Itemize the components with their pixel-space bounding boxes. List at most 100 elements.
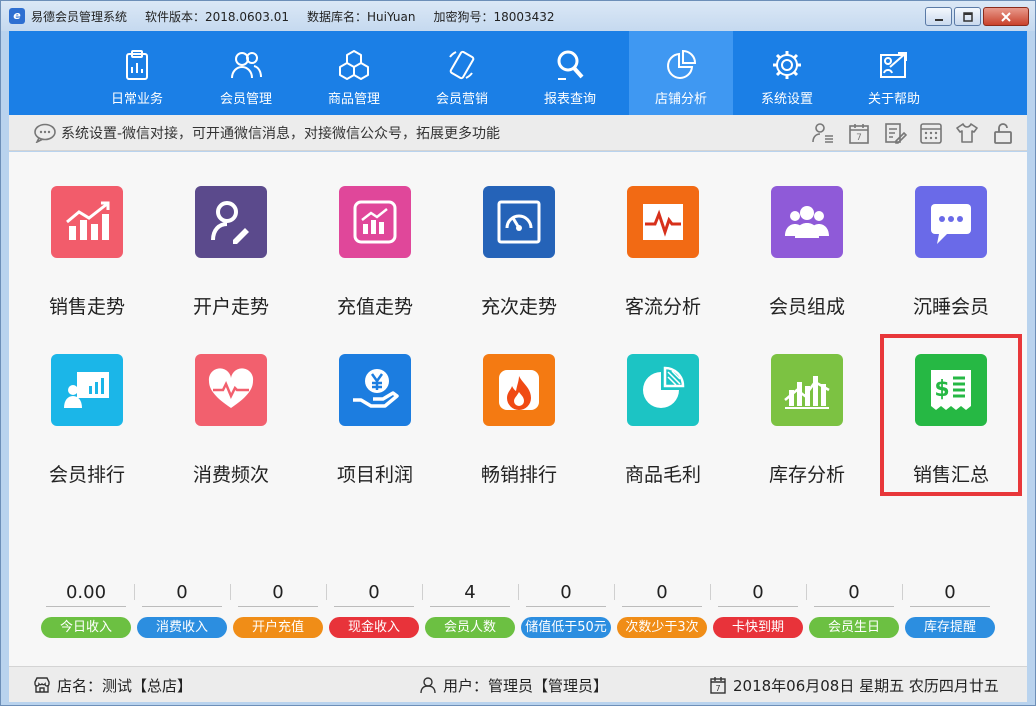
tile-label: 消费频次: [192, 464, 269, 486]
stat-consumption-income[interactable]: 0 消费收入: [137, 580, 227, 638]
nav-label: 系统设置: [760, 92, 813, 107]
title-bar: e 易德会员管理系统 软件版本：2018.0603.01 数据库名：HuiYua…: [1, 1, 1035, 31]
nav-daily-business[interactable]: 日常业务: [85, 31, 189, 115]
members-icon: [231, 52, 262, 79]
nav-member-marketing[interactable]: 会员营销: [410, 31, 514, 115]
stat-label: 次数少于3次: [617, 617, 707, 638]
tile-member-ranking[interactable]: 会员排行: [27, 354, 147, 494]
window-controls: [923, 7, 1029, 26]
tile-dormant-members[interactable]: 沉睡会员: [891, 186, 1011, 326]
tile-sales-trend[interactable]: 销售走势: [27, 186, 147, 326]
shop-icon: [34, 677, 50, 693]
tile-member-composition[interactable]: 会员组成: [747, 186, 867, 326]
notice-bar: 系统设置-微信对接，可开通微信消息，对接微信公众号，拓展更多功能 7: [9, 115, 1027, 151]
calculator-icon[interactable]: [917, 119, 945, 147]
tile-bestseller-ranking[interactable]: 畅销排行: [459, 354, 579, 494]
stat-value: 0: [368, 582, 380, 603]
nav-shop-analysis[interactable]: 店铺分析: [629, 31, 733, 115]
nav-about-help[interactable]: 关于帮助: [842, 31, 946, 115]
shirt-icon[interactable]: [953, 119, 981, 147]
svg-text:7: 7: [715, 684, 720, 693]
stat-value: 0: [176, 582, 188, 603]
tile-label: 畅销排行: [480, 464, 557, 486]
minimize-button[interactable]: [925, 7, 952, 26]
app-logo-icon: e: [9, 8, 25, 24]
divider: [142, 606, 222, 607]
stat-member-count[interactable]: 4 会员人数: [425, 580, 515, 638]
maximize-button[interactable]: [954, 7, 981, 26]
stat-low-balance[interactable]: 0 储值低于50元: [521, 580, 611, 638]
separator: [614, 584, 615, 600]
stat-account-recharge[interactable]: 0 开户充值: [233, 580, 323, 638]
tile-account-trend[interactable]: 开户走势: [171, 186, 291, 326]
tile-label: 项目利润: [336, 464, 413, 486]
tile-gross-profit[interactable]: 商品毛利: [603, 354, 723, 494]
tile-traffic-analysis[interactable]: 客流分析: [603, 186, 723, 326]
pie-icon: [627, 354, 699, 426]
shop-info: 店名：测试【总店】: [33, 667, 192, 703]
stat-label: 消费收入: [137, 617, 227, 638]
app-window: e 易德会员管理系统 软件版本：2018.0603.01 数据库名：HuiYua…: [0, 0, 1036, 706]
nav-label: 商品管理: [327, 92, 380, 107]
stat-stock-reminder[interactable]: 0 库存提醒: [905, 580, 995, 638]
nav-label: 会员营销: [435, 92, 488, 107]
divider: [430, 606, 510, 607]
gauge-icon: [483, 186, 555, 258]
divider: [526, 606, 606, 607]
heartbeat-icon: [195, 354, 267, 426]
maximize-icon: [962, 11, 973, 22]
lock-icon[interactable]: [989, 119, 1017, 147]
stat-label: 现金收入: [329, 617, 419, 638]
chat-icon: [34, 123, 56, 143]
stat-card-expiring[interactable]: 0 卡快到期: [713, 580, 803, 638]
stat-value: 0: [272, 582, 284, 603]
notice-text[interactable]: 系统设置-微信对接，可开通微信消息，对接微信公众号，拓展更多功能: [61, 123, 500, 143]
edit-icon[interactable]: [881, 119, 909, 147]
stat-value: 0: [656, 582, 668, 603]
analysis-panel: 销售走势 开户走势 充值走势 充次走势 客流分析 会员组成 沉睡会员 会员排行 …: [9, 152, 1027, 666]
separator: [422, 584, 423, 600]
calendar-icon[interactable]: 7: [845, 119, 873, 147]
shop-name: 店名：测试【总店】: [57, 676, 193, 695]
current-date: 2018年06月08日 星期五 农历四月廿五: [733, 676, 999, 695]
stat-value: 0: [944, 582, 956, 603]
bar-line-icon: [771, 354, 843, 426]
recharge-trend-icon: [339, 186, 411, 258]
stat-low-count[interactable]: 0 次数少于3次: [617, 580, 707, 638]
fire-icon: [483, 354, 555, 426]
pulse-icon: [627, 186, 699, 258]
tile-project-profit[interactable]: 项目利润: [315, 354, 435, 494]
close-button[interactable]: [983, 7, 1029, 26]
stat-label: 开户充值: [233, 617, 323, 638]
divider: [334, 606, 414, 607]
sales-trend-icon: [51, 186, 123, 258]
stat-today-income[interactable]: 0.00 今日收入: [41, 580, 131, 638]
main-nav: 日常业务 会员管理 商品管理 会员营销 报表查询 店铺分析 系统设置 关于帮助: [9, 31, 1027, 115]
nav-member-management[interactable]: 会员管理: [194, 31, 298, 115]
user-list-icon[interactable]: [809, 119, 837, 147]
status-bar: 店名：测试【总店】 用户：管理员【管理员】 7 2018年06月08日 星期五 …: [9, 666, 1027, 702]
stat-cash-income[interactable]: 0 现金收入: [329, 580, 419, 638]
minimize-icon: [934, 18, 943, 21]
tile-inventory-analysis[interactable]: 库存分析: [747, 354, 867, 494]
divider: [622, 606, 702, 607]
divider: [814, 606, 894, 607]
tile-count-trend[interactable]: 充次走势: [459, 186, 579, 326]
user-name: 用户：管理员【管理员】: [443, 676, 609, 695]
gear-icon: [773, 51, 801, 79]
stat-member-birthday[interactable]: 0 会员生日: [809, 580, 899, 638]
nav-label: 日常业务: [110, 92, 163, 107]
tile-recharge-trend[interactable]: 充值走势: [315, 186, 435, 326]
nav-report-query[interactable]: 报表查询: [518, 31, 622, 115]
tile-consumption-frequency[interactable]: 消费频次: [171, 354, 291, 494]
stat-label: 会员生日: [809, 617, 899, 638]
new-account-icon: [195, 186, 267, 258]
tile-label: 客流分析: [624, 296, 701, 318]
nav-product-management[interactable]: 商品管理: [302, 31, 406, 115]
nav-system-settings[interactable]: 系统设置: [735, 31, 839, 115]
separator: [518, 584, 519, 600]
separator: [230, 584, 231, 600]
group-icon: [771, 186, 843, 258]
selection-highlight: [880, 334, 1022, 496]
stat-label: 储值低于50元: [521, 617, 611, 638]
